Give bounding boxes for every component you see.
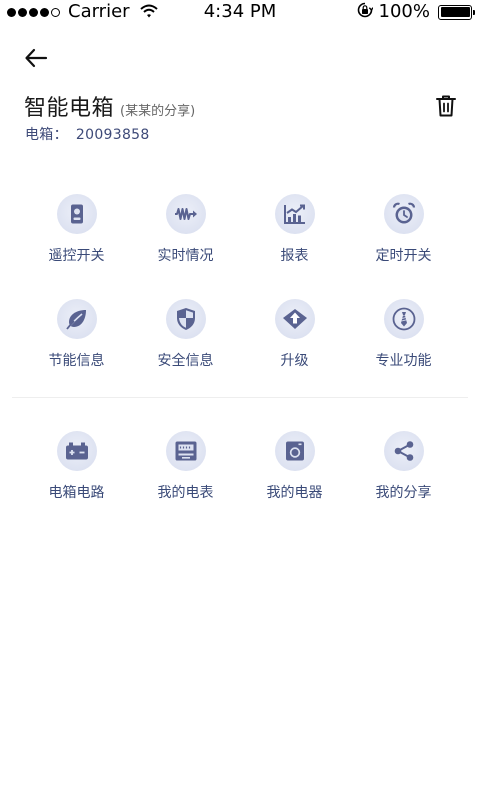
function-label: 报表 (280, 248, 309, 264)
trash-icon (436, 95, 456, 117)
upgrade-icon (274, 299, 315, 339)
function-label: 安全信息 (157, 353, 214, 369)
function-label: 节能信息 (48, 353, 105, 369)
status-right: 100% (357, 0, 475, 24)
device-label: 电箱电路 (48, 485, 105, 501)
page-title: 智能电箱 (24, 96, 115, 121)
device-my-appliance[interactable]: 我的电器 (240, 431, 349, 502)
function-safety-info[interactable]: 安全信息 (131, 299, 240, 370)
delete-button[interactable] (432, 92, 460, 120)
device-box-circuit[interactable]: 电箱电路 (22, 431, 131, 502)
function-label: 定时开关 (375, 248, 432, 264)
function-upgrade[interactable]: 升级 (240, 299, 349, 370)
appliance-icon (274, 431, 315, 471)
tie-icon (383, 299, 424, 339)
alarm-clock-icon (383, 194, 424, 234)
section-divider (12, 397, 468, 398)
remote-icon (56, 194, 97, 234)
device-label: 我的电器 (266, 485, 323, 501)
function-remote-switch[interactable]: 遥控开关 (22, 194, 131, 265)
box-id: 电箱： 20093858 (25, 124, 150, 144)
function-realtime[interactable]: 实时情况 (131, 194, 240, 265)
device-label: 我的电表 (157, 485, 214, 501)
function-row-2: 节能信息 安全信息 升级 专业功能 (22, 299, 458, 370)
share-note: (某某的分享) (120, 104, 196, 119)
wave-icon (165, 194, 206, 234)
device-row: 电箱电路 我的电表 我的电器 我的分享 (22, 431, 458, 502)
function-report[interactable]: 报表 (240, 194, 349, 265)
meter-icon (165, 431, 206, 471)
arrow-left-icon (25, 48, 48, 68)
function-energy-saving[interactable]: 节能信息 (22, 299, 131, 370)
box-id-label: 电箱： (25, 127, 68, 143)
title-row: 智能电箱 (某某的分享) (24, 90, 195, 122)
function-timer-switch[interactable]: 定时开关 (349, 194, 458, 265)
function-row-1: 遥控开关 实时情况 报表 定时开关 (22, 194, 458, 265)
chart-icon (274, 194, 315, 234)
status-bar: Carrier 4:34 PM 100% (0, 0, 480, 24)
device-label: 我的分享 (375, 485, 432, 501)
share-icon (383, 431, 424, 471)
shield-icon (165, 299, 206, 339)
battery-circuit-icon (56, 431, 97, 471)
function-professional[interactable]: 专业功能 (349, 299, 458, 370)
battery-icon (438, 4, 475, 20)
function-label: 升级 (280, 353, 309, 369)
box-id-number: 20093858 (75, 127, 150, 143)
function-label: 专业功能 (375, 353, 432, 369)
back-button[interactable] (22, 44, 50, 72)
device-my-share[interactable]: 我的分享 (349, 431, 458, 502)
device-my-meter[interactable]: 我的电表 (131, 431, 240, 502)
leaf-icon (56, 299, 97, 339)
function-label: 遥控开关 (48, 248, 105, 264)
orientation-lock-icon (357, 2, 374, 23)
battery-percent: 100% (378, 1, 430, 22)
function-label: 实时情况 (157, 248, 214, 264)
